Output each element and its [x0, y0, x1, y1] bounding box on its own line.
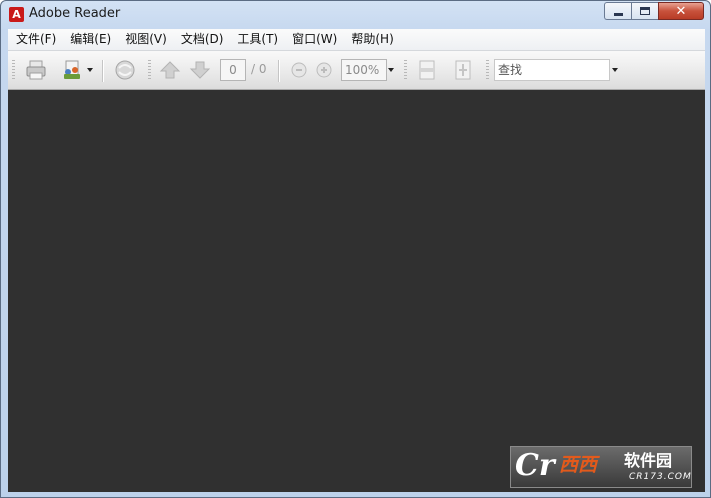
menu-tools[interactable]: 工具(T) — [231, 30, 284, 49]
caption-buttons: ✕ — [604, 2, 704, 22]
page-total: / 0 — [251, 62, 267, 76]
prev-page-icon[interactable] — [158, 58, 182, 82]
watermark-logo: Cr 西西 软件园 CR173.COM — [510, 446, 692, 488]
menu-view[interactable]: 视图(V) — [119, 30, 173, 49]
watermark-text: 软件园 — [624, 451, 673, 470]
toolbar-grip[interactable] — [404, 60, 407, 80]
print-icon[interactable] — [24, 58, 48, 82]
zoom-out-icon[interactable] — [287, 58, 311, 82]
page-number-input[interactable]: 0 — [220, 59, 246, 81]
search-dropdown-icon[interactable] — [612, 68, 618, 72]
menu-help[interactable]: 帮助(H) — [345, 30, 399, 49]
document-viewer[interactable] — [8, 90, 705, 492]
zoom-level-input[interactable]: 100% — [341, 59, 387, 81]
zoom-dropdown-icon[interactable] — [388, 68, 394, 72]
watermark-url: CR173.COM — [629, 472, 692, 482]
fit-page-icon[interactable] — [451, 58, 475, 82]
toolbar-grip[interactable] — [486, 60, 489, 80]
menu-document[interactable]: 文档(D) — [175, 30, 230, 49]
toolbar-separator — [102, 60, 103, 82]
toolbar-grip[interactable] — [148, 60, 151, 80]
fit-width-icon[interactable] — [415, 58, 439, 82]
pdf-icon: A — [9, 7, 24, 22]
minimize-icon — [614, 13, 623, 16]
menu-edit[interactable]: 编辑(E) — [64, 30, 117, 49]
maximize-icon — [640, 7, 650, 15]
window-title: Adobe Reader — [29, 6, 121, 21]
watermark-brand: 西西 — [559, 454, 598, 476]
search-input[interactable]: 查找 — [494, 59, 610, 81]
close-button[interactable]: ✕ — [658, 2, 704, 20]
menu-window[interactable]: 窗口(W) — [286, 30, 343, 49]
title-bar[interactable]: A Adobe Reader ✕ — [1, 1, 710, 29]
watermark-cr: Cr — [515, 448, 555, 483]
share-icon[interactable] — [60, 58, 84, 82]
minimize-button[interactable] — [604, 2, 631, 20]
toolbar: 0 / 0 100% 查找 — [8, 51, 705, 90]
share-dropdown-icon[interactable] — [87, 68, 93, 72]
collaborate-icon[interactable] — [113, 58, 137, 82]
menu-bar: 文件(F) 编辑(E) 视图(V) 文档(D) 工具(T) 窗口(W) 帮助(H… — [8, 29, 705, 51]
toolbar-grip[interactable] — [12, 60, 15, 80]
next-page-icon[interactable] — [188, 58, 212, 82]
toolbar-separator — [278, 60, 279, 82]
app-window: A Adobe Reader ✕ 文件(F) 编辑(E) 视图(V) 文档(D)… — [0, 0, 711, 498]
maximize-button[interactable] — [631, 2, 658, 20]
zoom-in-icon[interactable] — [312, 58, 336, 82]
close-icon: ✕ — [675, 4, 687, 19]
menu-file[interactable]: 文件(F) — [10, 30, 62, 49]
client-area: 文件(F) 编辑(E) 视图(V) 文档(D) 工具(T) 窗口(W) 帮助(H… — [8, 29, 705, 492]
